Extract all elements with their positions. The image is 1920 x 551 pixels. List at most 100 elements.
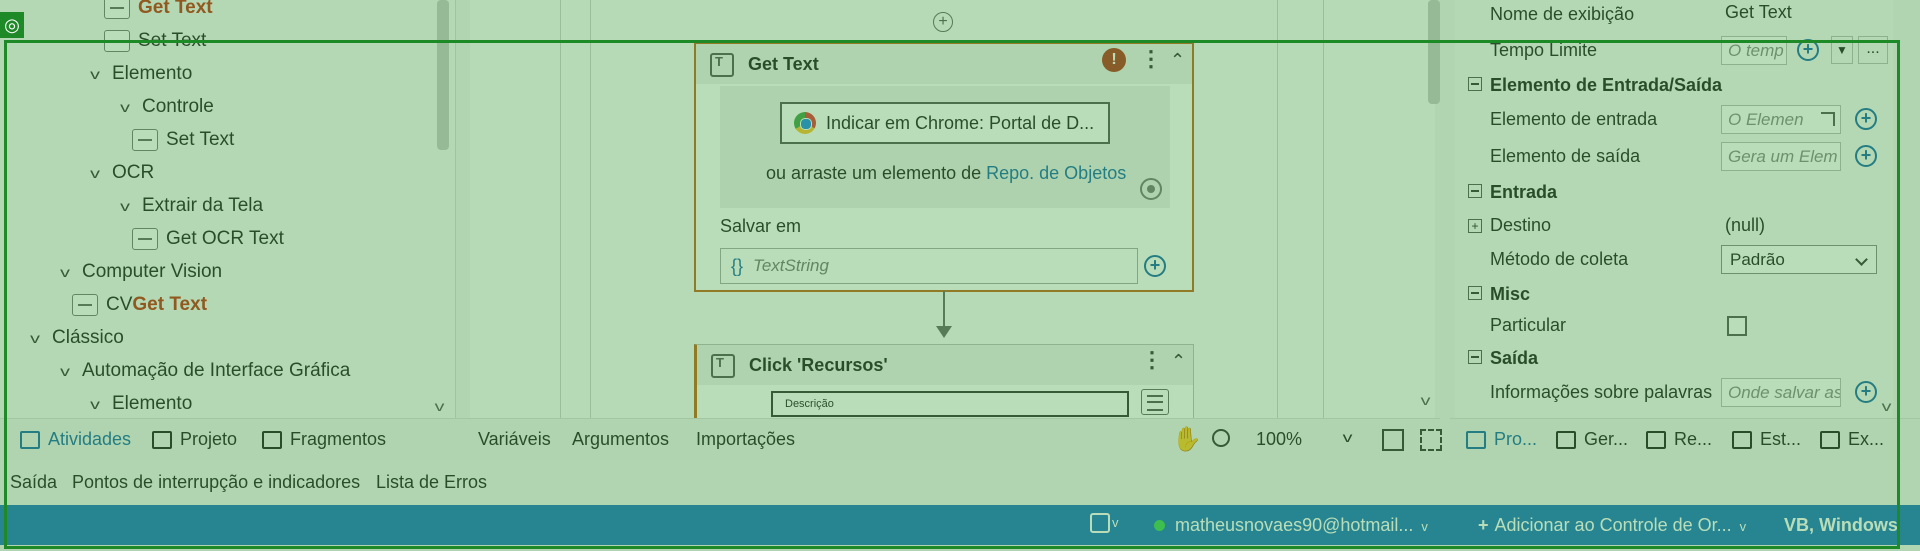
tree-item-label: Elemento (112, 393, 193, 414)
tab-saida[interactable]: Saída (10, 472, 57, 493)
zoom-icon[interactable] (1212, 429, 1230, 447)
add-variable-icon[interactable]: + (1855, 145, 1877, 167)
tab-pontos-interrupcao[interactable]: Pontos de interrupção e indicadores (72, 472, 360, 493)
get-text-icon (708, 51, 736, 77)
collapse-section-icon[interactable] (1468, 184, 1482, 198)
tab-argumentos[interactable]: Argumentos (572, 429, 669, 450)
tab-recursos[interactable]: Re... (1646, 429, 1712, 450)
tree-item[interactable]: Get Text (104, 0, 213, 24)
tree-item[interactable]: Set Text (132, 124, 234, 156)
tab-fragmentos[interactable]: Fragmentos (262, 429, 386, 450)
elemento-saida-input[interactable]: Gera um Elem (1721, 142, 1841, 171)
tree-item[interactable]: v Elemento (84, 388, 192, 420)
section-title: Elemento de Entrada/Saída (1490, 75, 1723, 95)
scroll-down-icon[interactable]: v (435, 398, 445, 414)
target-dropdown[interactable]: Descrição (771, 391, 1129, 417)
collapse-section-icon[interactable] (1468, 350, 1482, 364)
add-variable-icon[interactable]: + (1855, 108, 1877, 130)
section-saida[interactable]: Saída (1455, 342, 1885, 374)
tree-item-label: Controle (142, 96, 214, 117)
prop-value[interactable]: Get Text (1725, 2, 1792, 23)
save-in-field[interactable]: {} TextString (720, 248, 1138, 284)
chevron-down-icon[interactable]: v (110, 99, 141, 115)
tab-projeto[interactable]: Projeto (152, 429, 237, 450)
chevron-down-icon[interactable]: v (110, 198, 141, 214)
error-icon[interactable]: ! (1102, 48, 1126, 72)
zoom-dropdown-icon[interactable]: v (1343, 429, 1353, 445)
chevron-down-icon[interactable]: v (50, 363, 81, 379)
collapse-section-icon[interactable] (1468, 77, 1482, 91)
zoom-level[interactable]: 100% (1256, 429, 1302, 450)
chevron-down-icon[interactable]: v (1112, 515, 1119, 530)
collapse-section-icon[interactable] (1468, 286, 1482, 300)
tree-item[interactable]: Set Text (104, 25, 206, 57)
more-options-icon[interactable]: ⋮ (1140, 46, 1162, 72)
collapse-icon[interactable]: ⌃ (1171, 351, 1186, 372)
canvas-scroll-down-icon[interactable]: v (1421, 392, 1431, 408)
card-header[interactable]: Click 'Recursos' (697, 345, 1193, 385)
activities-scrollbar[interactable] (437, 0, 449, 150)
add-activity-icon[interactable]: + (933, 12, 953, 32)
chevron-down-icon[interactable]: v (50, 264, 81, 280)
tree-item[interactable]: v Controle (114, 91, 214, 123)
target-options-icon[interactable] (1140, 178, 1162, 200)
menu-icon[interactable] (1141, 389, 1169, 415)
fit-to-screen-icon[interactable] (1382, 429, 1404, 451)
tree-item[interactable]: v Extrair da Tela (114, 190, 263, 222)
tree-item[interactable]: Get OCR Text (132, 223, 284, 255)
variable-icon: {} (731, 255, 744, 276)
tab-atividades[interactable]: Atividades (20, 429, 131, 450)
hand-tool-icon[interactable]: ✋ (1172, 425, 1202, 454)
chevron-down-icon[interactable]: v (80, 66, 111, 82)
section-elemento-entrada-saida[interactable]: Elemento de Entrada/Saída (1455, 69, 1885, 101)
particular-checkbox[interactable] (1727, 316, 1747, 336)
section-misc[interactable]: Misc (1455, 278, 1885, 310)
wrench-icon (1466, 430, 1486, 449)
dropdown-icon[interactable]: ▼ (1831, 36, 1853, 64)
canvas-scrollbar[interactable] (1428, 0, 1440, 104)
tree-item-label: Set Text (138, 30, 207, 51)
tab-lista-erros[interactable]: Lista de Erros (376, 472, 487, 493)
tab-importacoes[interactable]: Importações (696, 429, 795, 450)
indicate-in-app-button[interactable]: Indicar em Chrome: Portal de D... (780, 102, 1110, 144)
tree-item[interactable]: v Computer Vision (54, 256, 222, 288)
ellipsis-button[interactable]: ... (1858, 36, 1888, 64)
prop-value[interactable]: (null) (1725, 215, 1765, 236)
tempo-limite-input[interactable]: O temp (1721, 36, 1787, 65)
expand-icon[interactable] (1821, 112, 1835, 126)
tree-item[interactable]: v OCR (84, 157, 154, 189)
account-menu[interactable]: matheusnovaes90@hotmail... v (1154, 515, 1428, 536)
save-in-label: Salvar em (720, 216, 802, 236)
tab-propriedades[interactable]: Pro... (1466, 429, 1537, 450)
chevron-down-icon[interactable]: v (20, 330, 51, 346)
tree-item[interactable]: v Clássico (24, 322, 124, 354)
add-variable-icon[interactable]: + (1855, 381, 1877, 403)
overview-icon[interactable] (1420, 429, 1442, 451)
chevron-down-icon[interactable]: v (80, 396, 111, 412)
tab-gerenciador[interactable]: Ger... (1556, 429, 1628, 450)
get-text-activity-card[interactable]: Get Text ! ⋮ ⌃ Indicar em Chrome: Portal… (694, 42, 1194, 292)
chevron-down-icon[interactable]: v (80, 165, 111, 181)
informacoes-palavras-input[interactable]: Onde salvar as (1721, 378, 1841, 407)
robot-status-icon[interactable] (1090, 513, 1110, 533)
source-control-menu[interactable]: + Adicionar ao Controle de Or... v (1478, 515, 1746, 536)
chrome-icon (794, 112, 816, 134)
more-options-icon[interactable]: ⋮ (1141, 347, 1163, 373)
object-repository-link[interactable]: Repo. de Objetos (986, 163, 1126, 183)
props-scroll-down-icon[interactable]: v (1882, 398, 1892, 414)
tree-item[interactable]: v Automação de Interface Gráfica (54, 355, 350, 387)
outline-icon (1732, 430, 1752, 449)
tree-item[interactable]: CV Get Text (72, 289, 207, 321)
add-variable-icon[interactable]: + (1797, 39, 1819, 61)
expand-section-icon[interactable]: + (1468, 219, 1482, 233)
click-activity-card[interactable]: Click 'Recursos' ⋮ ⌃ Descrição (694, 344, 1194, 424)
language-indicator[interactable]: VB, Windows (1784, 515, 1898, 536)
tab-estrutura[interactable]: Est... (1732, 429, 1801, 450)
collapse-icon[interactable]: ⌃ (1170, 50, 1185, 71)
section-entrada[interactable]: Entrada (1455, 176, 1885, 208)
add-variable-icon[interactable]: + (1144, 255, 1166, 277)
tab-variaveis[interactable]: Variáveis (478, 429, 551, 450)
tree-item[interactable]: v Elemento (84, 58, 192, 90)
tab-explorador[interactable]: Ex... (1820, 429, 1884, 450)
metodo-coleta-select[interactable]: Padrão (1721, 245, 1877, 274)
